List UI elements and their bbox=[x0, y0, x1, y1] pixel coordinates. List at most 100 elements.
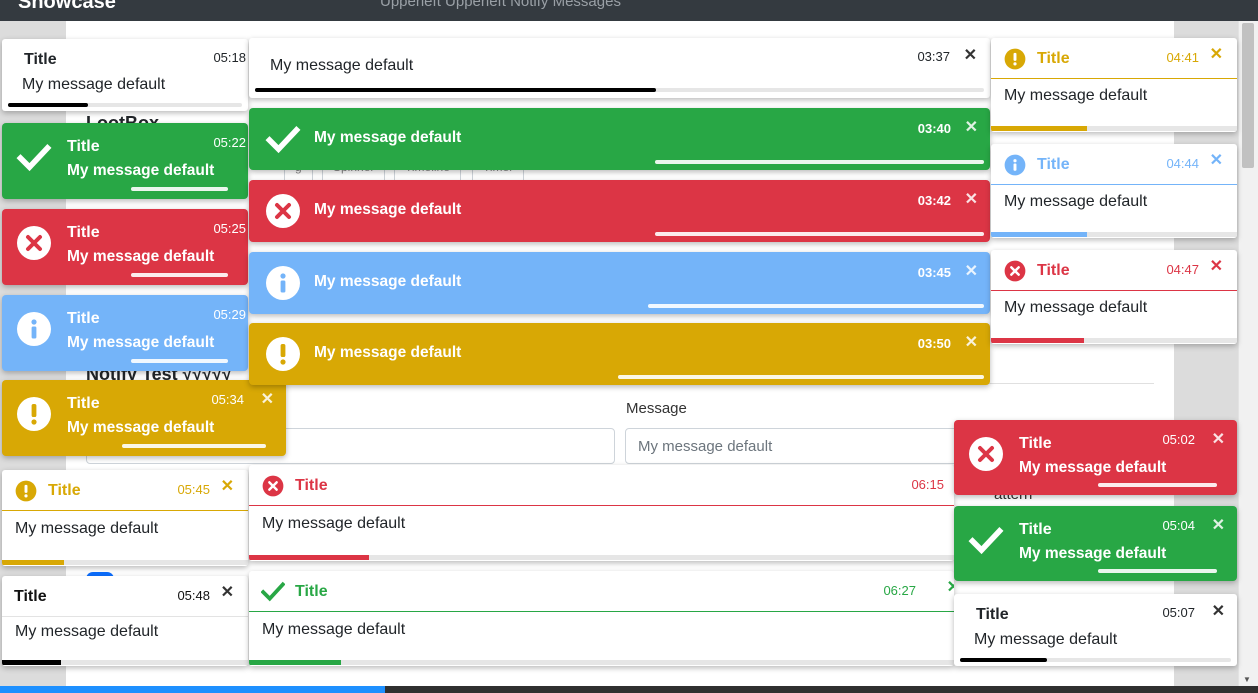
close-icon[interactable]: ✕ bbox=[947, 580, 954, 596]
toast-timestamp: 05:22 bbox=[213, 135, 246, 150]
toast-center-dark-plain[interactable]: My message default 03:37 ✕ bbox=[249, 38, 990, 98]
close-icon[interactable]: ✕ bbox=[1210, 259, 1223, 275]
close-icon[interactable]: ✕ bbox=[965, 192, 978, 208]
toast-timestamp: 03:45 bbox=[917, 265, 951, 280]
app-brand[interactable]: Showcase bbox=[18, 0, 116, 14]
close-icon[interactable]: ✕ bbox=[221, 585, 234, 601]
close-icon[interactable]: ✕ bbox=[965, 120, 978, 136]
toast-title: Title bbox=[295, 477, 328, 494]
x-circle-icon bbox=[265, 193, 301, 234]
toast-left-info-solid[interactable]: Title My message default 05:29 bbox=[2, 295, 248, 371]
progress-bar bbox=[8, 103, 242, 107]
x-circle-icon bbox=[16, 225, 52, 266]
toast-message: My message default bbox=[974, 631, 1118, 648]
progress-fill bbox=[255, 88, 656, 92]
toast-header-divider bbox=[2, 616, 248, 617]
toast-right-error-plain[interactable]: Title 04:47 ✕ My message default bbox=[991, 250, 1237, 344]
toast-center-success-solid[interactable]: My message default 03:40 ✕ bbox=[249, 108, 990, 170]
toast-timestamp: 05:29 bbox=[213, 307, 246, 322]
progress-bar bbox=[249, 555, 954, 560]
toast-right-warning-plain[interactable]: Title 04:41 ✕ My message default bbox=[991, 38, 1237, 132]
toast-left-warning-solid[interactable]: Title My message default 05:34 ✕ bbox=[2, 380, 286, 456]
toast-message: My message default bbox=[1019, 545, 1167, 562]
toast-center-warning-solid[interactable]: My message default 03:50 ✕ bbox=[249, 323, 990, 385]
toast-right-success-solid[interactable]: Title My message default 05:04 ✕ bbox=[954, 506, 1237, 581]
scroll-down-arrow-icon[interactable]: ▼ bbox=[1243, 675, 1251, 684]
checkmark-icon bbox=[260, 579, 286, 608]
toast-center-error-plain[interactable]: Title 06:15 My message default bbox=[249, 465, 954, 561]
toast-right-info-plain[interactable]: Title 04:44 ✕ My message default bbox=[991, 144, 1237, 238]
toast-left-dark-plain[interactable]: Title 05:48 ✕ My message default bbox=[2, 576, 248, 666]
toast-timestamp: 03:40 bbox=[917, 121, 951, 136]
progress-bar bbox=[991, 126, 1237, 131]
top-nav-links[interactable]: Upperleft Upperleft Notify Messages bbox=[380, 0, 621, 10]
progress-fill bbox=[131, 187, 228, 191]
toast-timestamp: 04:44 bbox=[1166, 156, 1199, 171]
toast-left-success-solid[interactable]: Title My message default 05:22 bbox=[2, 123, 248, 199]
toast-left-dark-plain[interactable]: Title My message default 05:18 bbox=[2, 39, 248, 111]
toast-message: My message default bbox=[314, 129, 462, 146]
progress-fill bbox=[2, 560, 64, 565]
toast-timestamp: 05:02 bbox=[1162, 432, 1195, 447]
close-icon[interactable]: ✕ bbox=[1212, 432, 1225, 448]
toast-right-error-solid[interactable]: Title My message default 05:02 ✕ bbox=[954, 420, 1237, 495]
toast-timestamp: 06:15 bbox=[911, 477, 944, 492]
toast-header-divider bbox=[249, 505, 954, 506]
progress-bar bbox=[249, 660, 954, 665]
close-icon[interactable]: ✕ bbox=[1210, 153, 1223, 169]
page-scrollbar[interactable]: ▼ bbox=[1238, 21, 1258, 686]
close-icon[interactable]: ✕ bbox=[964, 48, 977, 64]
close-icon[interactable]: ✕ bbox=[1212, 604, 1225, 620]
x-circle-icon bbox=[1004, 260, 1026, 287]
close-icon[interactable]: ✕ bbox=[965, 264, 978, 280]
close-icon[interactable]: ✕ bbox=[1212, 518, 1225, 534]
progress-fill bbox=[655, 232, 984, 236]
toast-message: My message default bbox=[67, 248, 215, 265]
close-icon[interactable]: ✕ bbox=[965, 335, 978, 351]
toast-timestamp: 05:18 bbox=[213, 50, 246, 65]
close-icon[interactable]: ✕ bbox=[261, 392, 274, 408]
progress-fill bbox=[655, 160, 984, 164]
progress-bar bbox=[991, 338, 1237, 343]
toast-message: My message default bbox=[314, 273, 462, 290]
progress-bar bbox=[131, 273, 228, 277]
toast-header-divider bbox=[991, 78, 1237, 79]
toast-message: My message default bbox=[262, 621, 406, 638]
toast-header-divider bbox=[2, 510, 248, 511]
toast-message: My message default bbox=[1004, 193, 1148, 210]
progress-bar bbox=[2, 560, 248, 565]
toast-message: My message default bbox=[22, 76, 166, 93]
toast-message: My message default bbox=[262, 515, 406, 532]
progress-fill bbox=[991, 126, 1087, 131]
toast-title: Title bbox=[295, 583, 328, 600]
toast-center-info-solid[interactable]: My message default 03:45 ✕ bbox=[249, 252, 990, 314]
toast-timestamp: 05:34 bbox=[211, 392, 244, 407]
progress-bar bbox=[655, 232, 984, 236]
close-icon[interactable]: ✕ bbox=[221, 479, 234, 495]
exclamation-circle-icon bbox=[15, 480, 37, 507]
info-circle-icon bbox=[1004, 154, 1026, 181]
checkmark-icon bbox=[16, 139, 52, 180]
toast-message: My message default bbox=[1004, 299, 1148, 316]
progress-bar bbox=[655, 160, 984, 164]
x-circle-icon bbox=[262, 475, 284, 502]
toast-timestamp: 03:50 bbox=[917, 336, 951, 351]
toast-timestamp: 05:48 bbox=[177, 588, 210, 603]
checkmark-icon bbox=[265, 121, 301, 162]
scrollbar-thumb[interactable] bbox=[1242, 23, 1254, 168]
progress-fill bbox=[618, 375, 984, 379]
message-input[interactable]: My message default bbox=[625, 428, 965, 464]
taskbar-strip bbox=[0, 686, 385, 693]
progress-bar bbox=[1098, 569, 1217, 573]
toast-left-error-solid[interactable]: Title My message default 05:25 bbox=[2, 209, 248, 285]
toast-timestamp: 03:42 bbox=[917, 193, 951, 208]
toast-title: Title bbox=[67, 224, 100, 241]
toast-center-error-solid[interactable]: My message default 03:42 ✕ bbox=[249, 180, 990, 242]
toast-left-warning-plain[interactable]: Title 05:45 ✕ My message default bbox=[2, 470, 248, 566]
toast-header-divider bbox=[249, 611, 954, 612]
toast-right-dark-plain[interactable]: Title My message default 05:07 ✕ bbox=[954, 594, 1237, 666]
toast-header-divider bbox=[991, 184, 1237, 185]
toast-title: Title bbox=[1019, 435, 1052, 452]
close-icon[interactable]: ✕ bbox=[1210, 47, 1223, 63]
toast-center-success-plain[interactable]: Title 06:27 ✕ My message default bbox=[249, 571, 954, 666]
